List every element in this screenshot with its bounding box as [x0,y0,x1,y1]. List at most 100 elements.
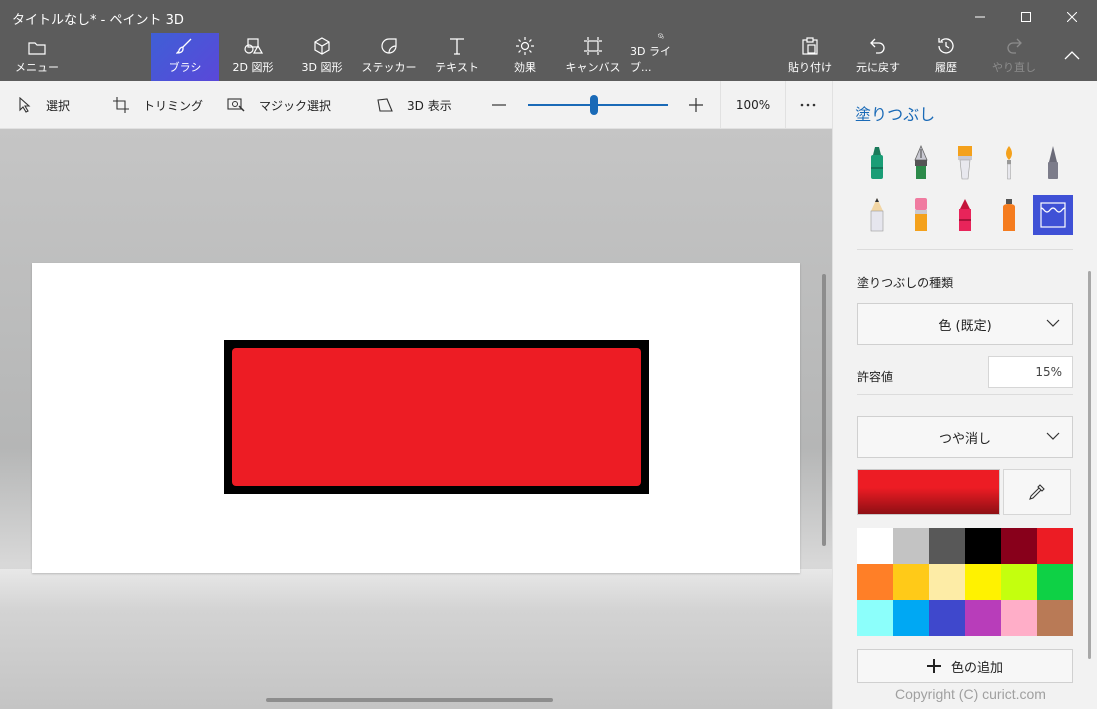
zoom-in-button[interactable] [688,81,718,129]
tab-effects-label: 効果 [514,61,536,74]
color-swatch[interactable] [1001,564,1037,600]
spray-can-brush[interactable] [989,195,1029,235]
color-palette [857,528,1073,636]
maximize-button[interactable] [1003,0,1049,33]
crayon-brush[interactable] [945,195,985,235]
chevron-down-icon [1046,432,1060,440]
workspace-floor [0,569,832,709]
menu-button[interactable]: メニュー [8,33,66,81]
drawing-canvas[interactable] [32,263,800,573]
pencil-brush[interactable] [857,195,897,235]
fill-type-dropdown[interactable]: 色 (既定) [857,303,1073,345]
fill-bucket-brush[interactable] [1033,195,1073,235]
oil-brush[interactable] [945,143,985,183]
spray-can-icon [1003,199,1015,231]
watercolor-brush[interactable] [989,143,1029,183]
color-swatch[interactable] [929,600,965,636]
tab-2d-shapes-label: 2D 図形 [232,61,274,74]
color-swatch[interactable] [893,528,929,564]
tab-3d-shapes[interactable]: 3D 図形 [291,33,353,81]
history-label: 履歴 [935,61,957,74]
color-swatch[interactable] [1037,564,1073,600]
history-icon [938,38,954,54]
panel-title: 塗りつぶし [855,105,936,124]
calligraphy-pen-icon [914,145,928,179]
paste-label: 貼り付け [788,61,832,74]
color-swatch[interactable] [857,600,893,636]
magic-select-button[interactable]: マジック選択 [227,81,331,129]
vertical-scrollbar[interactable] [822,274,826,546]
color-swatch[interactable] [893,564,929,600]
tolerance-input[interactable]: 15% [988,356,1073,388]
color-swatch[interactable] [929,528,965,564]
minimize-button[interactable] [957,0,1003,33]
magic-select-label: マジック選択 [259,98,332,113]
rectangle-outline[interactable] [224,340,649,494]
panel-scrollbar[interactable] [1088,271,1091,659]
tab-text[interactable]: テキスト [430,33,484,81]
select-label: 選択 [46,98,71,113]
color-swatch[interactable] [893,600,929,636]
horizontal-scrollbar[interactable] [266,698,553,702]
magic-select-icon [227,98,245,112]
crop-button[interactable]: トリミング [113,81,203,129]
select-button[interactable]: 選択 [18,81,70,129]
more-options-button[interactable] [800,81,830,129]
oil-brush-icon [958,146,972,180]
tab-stickers[interactable]: ステッカー [360,33,418,81]
pencil-icon [870,198,884,232]
zoom-out-button[interactable] [491,81,521,129]
color-swatch[interactable] [965,564,1001,600]
tab-3d-library[interactable]: 3D ライブ... [630,33,692,81]
undo-icon [870,38,885,54]
collapse-ribbon-button[interactable] [1052,33,1092,81]
tab-effects[interactable]: 効果 [498,33,552,81]
calligraphy-pen-brush[interactable] [901,143,941,183]
eyedropper-button[interactable] [1003,469,1071,515]
finish-dropdown[interactable]: つや消し [857,416,1073,458]
redo-button[interactable]: やり直し [988,33,1040,81]
marker-brush[interactable] [857,143,897,183]
redo-label: やり直し [992,61,1036,74]
more-icon [800,103,816,107]
sun-icon [516,37,534,55]
color-swatch[interactable] [857,564,893,600]
brush-icon [176,38,192,54]
rectangle-fill[interactable] [232,348,641,486]
plus-icon [689,98,703,112]
zoom-slider-track[interactable] [528,104,668,106]
cursor-icon [19,97,31,113]
pixel-pen-brush[interactable] [1033,143,1073,183]
paste-button[interactable]: 貼り付け [784,33,836,81]
eraser-brush[interactable] [901,195,941,235]
undo-button[interactable]: 元に戻す [852,33,904,81]
color-swatch[interactable] [965,600,1001,636]
add-color-button[interactable]: 色の追加 [857,649,1073,683]
marker-icon [871,147,883,179]
cube-icon [314,37,330,55]
tab-canvas-label: キャンバス [565,61,621,74]
add-color-label: 色の追加 [950,660,1003,676]
color-swatch[interactable] [929,564,965,600]
zoom-level[interactable]: 100% [720,81,786,129]
fill-panel: 塗りつぶし 塗りつぶしの種類 色 (既定) 許容値 15% つや消し 色の追加 [832,81,1097,709]
color-swatch[interactable] [1001,528,1037,564]
zoom-slider-thumb[interactable] [589,95,598,115]
color-swatch[interactable] [1001,600,1037,636]
history-button[interactable]: 履歴 [920,33,972,81]
tab-2d-shapes[interactable]: 2D 図形 [222,33,284,81]
zoom-level-text: 100% [735,98,771,112]
color-swatch[interactable] [857,528,893,564]
close-icon [1067,11,1077,22]
close-button[interactable] [1049,0,1095,33]
view-3d-button[interactable]: 3D 表示 [377,81,452,129]
tab-brushes[interactable]: ブラシ [151,33,219,81]
tolerance-slider-line[interactable] [857,394,1073,395]
sticker-icon [381,38,397,54]
color-swatch[interactable] [965,528,1001,564]
color-swatch[interactable] [1037,600,1073,636]
current-color-swatch[interactable] [857,469,1000,515]
fill-bucket-icon [1040,202,1066,228]
color-swatch[interactable] [1037,528,1073,564]
tab-canvas[interactable]: キャンバス [563,33,623,81]
